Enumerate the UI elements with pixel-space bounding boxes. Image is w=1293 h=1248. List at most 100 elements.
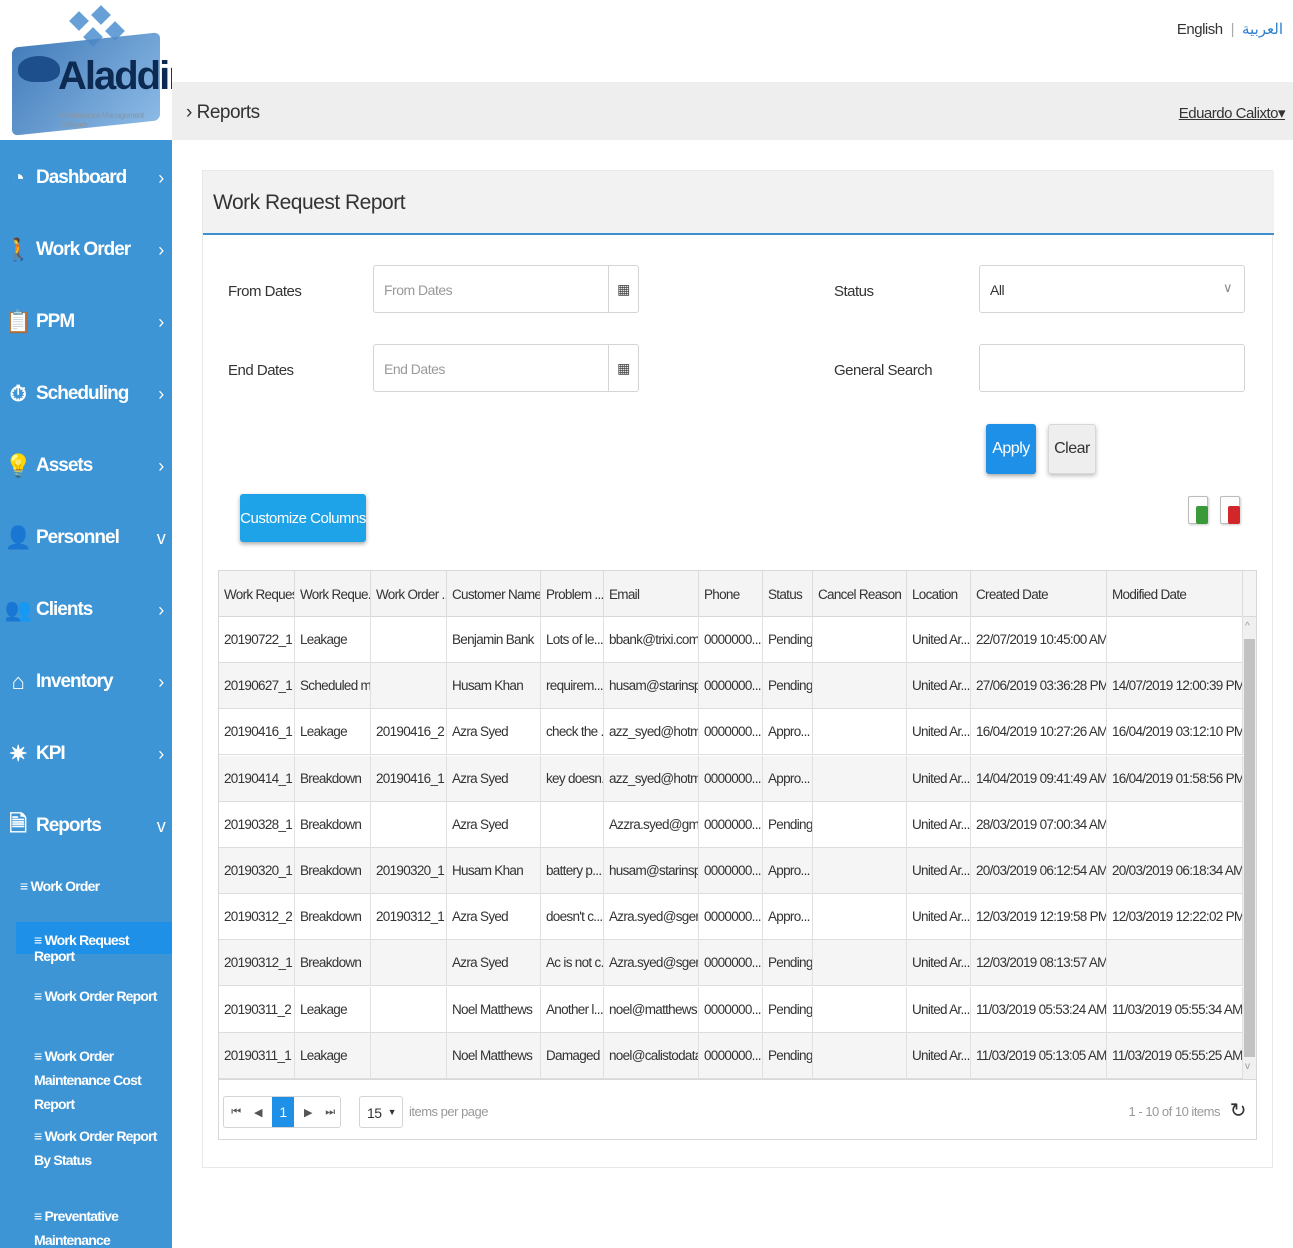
column-header-created-date[interactable]: Created Date: [971, 571, 1107, 617]
export-pdf-icon[interactable]: [1220, 496, 1240, 524]
nav-clients[interactable]: 👥 Clients ›: [0, 574, 172, 646]
clear-button[interactable]: Clear: [1048, 424, 1096, 474]
column-header-email[interactable]: Email: [604, 571, 699, 617]
table-row[interactable]: 20190311_1Leakage Noel MatthewsDamaged ..…: [219, 1032, 1243, 1079]
nav-ppm[interactable]: 📋 PPM ›: [0, 286, 172, 358]
table-row[interactable]: 20190312_2 Breakdown 20190312_1 Azra Syed do…: [219, 894, 1243, 941]
sub-header-work-order[interactable]: ≡ Work Order: [20, 878, 170, 894]
nav-scheduling[interactable]: ⏱ Scheduling ›: [0, 358, 172, 430]
nav-label: Personnel: [36, 527, 120, 548]
current-page-button[interactable]: 1: [272, 1097, 294, 1127]
column-header-work-order[interactable]: Work Order ...: [371, 571, 447, 617]
next-page-icon[interactable]: ▶: [298, 1097, 318, 1127]
cell-status: Appro...: [763, 848, 813, 894]
end-dates-label: End Dates: [228, 362, 294, 379]
cell-problem: Another l...: [541, 986, 604, 1033]
cell-location: United Ar...: [907, 986, 971, 1033]
table-row[interactable]: 20190416_1 Leakage 20190416_2 Azra Syed chec…: [219, 709, 1243, 756]
table-row[interactable]: 20190328_1 Breakdown Azra Syed Azzra.syed@g…: [219, 801, 1243, 848]
cell-status: Appro...: [763, 709, 813, 756]
calendar-icon[interactable]: ▦: [608, 345, 638, 391]
cell-email: husam@starinsp...: [604, 663, 699, 710]
customize-columns-button[interactable]: Customize Columns: [240, 494, 366, 542]
page-size-select[interactable]: 15 ▼: [359, 1096, 403, 1128]
cell-work-order: [371, 617, 447, 663]
from-dates-input[interactable]: From Dates ▦: [373, 265, 639, 313]
cell-created-date: 22/07/2019 10:45:00 AM: [971, 617, 1107, 663]
cell-location: United Ar...: [907, 755, 971, 802]
column-header-modified-date[interactable]: Modified Date: [1107, 571, 1243, 617]
column-header-location[interactable]: Location: [907, 571, 971, 617]
cell-email: noel@calistodata...: [604, 1032, 699, 1079]
first-page-icon[interactable]: ⏮: [226, 1097, 246, 1127]
app-logo[interactable]: Aladdin Maintenance Management Software: [0, 0, 172, 140]
sub-item-work-request-report[interactable]: ≡ Work Request Report: [16, 922, 172, 964]
table-row[interactable]: 20190414_1 Breakdown 20190416_1 Azra Syed ke…: [219, 755, 1243, 802]
scroll-up-icon[interactable]: ^: [1245, 621, 1250, 632]
cell-work-request-type: Breakdown: [295, 755, 371, 802]
nav-personnel[interactable]: 👤 Personnel v: [0, 502, 172, 574]
cell-customer-name: Azra Syed: [447, 894, 541, 941]
cell-created-date: 11/03/2019 05:13:05 AM: [971, 1032, 1107, 1079]
general-search-input[interactable]: [979, 344, 1245, 392]
sub-item-report-by-status[interactable]: ≡ Work Order Report By Status: [34, 1124, 170, 1172]
end-dates-input[interactable]: End Dates ▦: [373, 344, 639, 392]
person-icon: 👤: [4, 525, 32, 550]
cell-created-date: 14/04/2019 09:41:49 AM: [971, 755, 1107, 802]
column-header-phone[interactable]: Phone: [699, 571, 763, 617]
page-nav-group: ⏮ ◀ 1 ▶ ⏭: [223, 1096, 341, 1128]
nav-work-order[interactable]: 🚶 Work Order ›: [0, 214, 172, 286]
table-row[interactable]: 20190311_2 Leakage Noel Matthews Another l.…: [219, 986, 1243, 1033]
table-row[interactable]: 20190722_1 Leakage Benjamin Bank Lots of le…: [219, 617, 1243, 663]
lamp-icon: [18, 56, 60, 82]
cell-work-request: 20190311_1: [219, 1032, 295, 1079]
cell-modified-date: 11/03/2019 05:55:34 AM: [1107, 986, 1243, 1033]
column-header-work-request[interactable]: Work Request: [219, 571, 295, 617]
cell-location: United Ar...: [907, 894, 971, 941]
dashboard-icon: ◔: [11, 165, 25, 190]
table-row[interactable]: 20190320_1 Breakdown 20190320_1 Husam Khan b…: [219, 848, 1243, 894]
chevron-right-icon: ›: [158, 239, 164, 260]
table-row[interactable]: 20190312_1 Breakdown Azra Syed Ac is not c.…: [219, 940, 1243, 987]
scrollbar-thumb[interactable]: [1244, 639, 1255, 1057]
column-header-problem[interactable]: Problem ...: [541, 571, 604, 617]
breadcrumb-item[interactable]: › Reports: [186, 102, 260, 124]
calendar-icon[interactable]: ▦: [608, 266, 638, 312]
nav-label: Clients: [36, 599, 93, 620]
lang-english[interactable]: English: [1177, 21, 1223, 38]
column-header-work-request-type[interactable]: Work Reque...: [295, 571, 371, 617]
user-menu[interactable]: Eduardo Calixto▾: [1179, 104, 1286, 122]
prev-page-icon[interactable]: ◀: [248, 1097, 268, 1127]
nav-kpi[interactable]: ✷ KPI ›: [0, 718, 172, 790]
status-select[interactable]: All ∨: [979, 265, 1245, 313]
lang-arabic[interactable]: العربية: [1242, 21, 1284, 38]
cell-email: Azzra.syed@gma...: [604, 801, 699, 848]
sub-item-pm-instruction-report[interactable]: ≡ Preventative Maintenance Instruction R…: [34, 1204, 170, 1248]
nav-label: Assets: [36, 455, 93, 476]
sub-header-label: Work Order: [30, 878, 100, 894]
last-page-icon[interactable]: ⏭: [320, 1097, 340, 1127]
column-header-customer-name[interactable]: Customer Name: [447, 571, 541, 617]
page-size-value: 15: [367, 1105, 382, 1121]
vertical-scrollbar[interactable]: ^ v: [1243, 617, 1256, 1079]
cell-cancel-reason: [813, 986, 907, 1033]
cell-work-request-type: Leakage: [295, 617, 371, 663]
export-excel-icon[interactable]: [1188, 496, 1208, 524]
column-header-cancel-reason[interactable]: Cancel Reason: [813, 571, 907, 617]
cell-customer-name: Azra Syed: [447, 709, 541, 756]
cell-work-request: 20190414_1: [219, 755, 295, 802]
nav-label: PPM: [36, 311, 75, 332]
apply-button[interactable]: Apply: [986, 424, 1036, 474]
cell-modified-date: [1107, 617, 1243, 663]
table-row[interactable]: 20190627_1Scheduled m... Husam Khanrequir…: [219, 663, 1243, 710]
sub-item-work-order-report[interactable]: ≡ Work Order Report: [34, 988, 170, 1004]
scroll-down-icon[interactable]: v: [1245, 1061, 1250, 1072]
refresh-icon[interactable]: ↻: [1230, 1098, 1247, 1123]
cell-phone: 0000000...: [699, 663, 763, 710]
nav-inventory[interactable]: ⌂ Inventory ›: [0, 646, 172, 718]
sub-item-maintenance-cost-report[interactable]: ≡ Work Order Maintenance Cost Report: [34, 1044, 170, 1116]
nav-reports[interactable]: 🗎 Reports v: [0, 790, 172, 862]
column-header-status[interactable]: Status: [763, 571, 813, 617]
nav-dashboard[interactable]: ◔ Dashboard ›: [0, 142, 172, 214]
nav-assets[interactable]: 💡 Assets ›: [0, 430, 172, 502]
